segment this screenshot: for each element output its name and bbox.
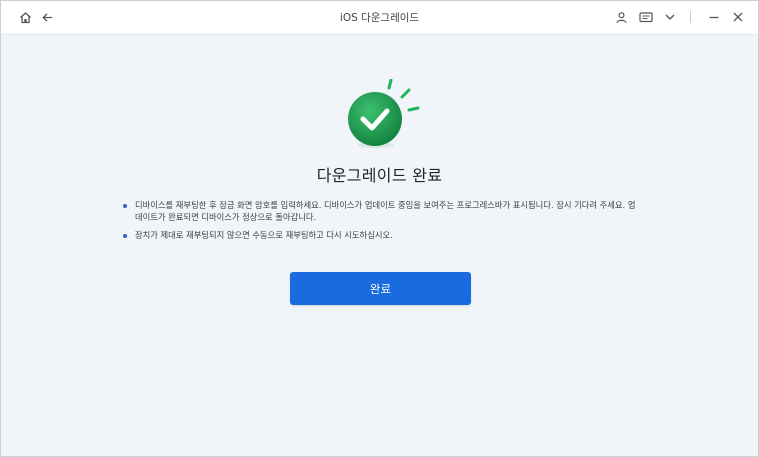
instruction-text: 디바이스를 재부팅한 후 잠금 화면 암호를 입력하세요. 디바이스가 업데이트… [135, 200, 636, 222]
success-check-icon [345, 78, 425, 151]
done-button[interactable]: 완료 [290, 272, 471, 305]
completion-heading: 다운그레이드 완료 [316, 166, 443, 185]
titlebar-divider [690, 11, 691, 23]
instruction-text: 장치가 제대로 재부팅되지 않으면 수동으로 재부팅하고 다시 시도하십시오. [135, 230, 393, 240]
close-icon[interactable] [730, 9, 746, 25]
list-item: 디바이스를 재부팅한 후 잠금 화면 암호를 입력하세요. 디바이스가 업데이트… [122, 200, 642, 223]
bullet-icon [123, 233, 127, 238]
instruction-list: 디바이스를 재부팅한 후 잠금 화면 암호를 입력하세요. 디바이스가 업데이트… [122, 200, 642, 249]
user-icon[interactable] [613, 9, 629, 25]
feedback-icon[interactable] [638, 9, 654, 25]
chevron-down-icon[interactable] [662, 9, 678, 25]
title-bar: iOS 다운그레이드 [1, 1, 758, 35]
bullet-icon [123, 203, 127, 208]
app-window: iOS 다운그레이드 다운그레이드 완료 디바이스를 재부팅한 후 잠금 화면 … [0, 0, 759, 457]
list-item: 장치가 제대로 재부팅되지 않으면 수동으로 재부팅하고 다시 시도하십시오. [122, 230, 642, 242]
minimize-icon[interactable] [706, 9, 722, 25]
